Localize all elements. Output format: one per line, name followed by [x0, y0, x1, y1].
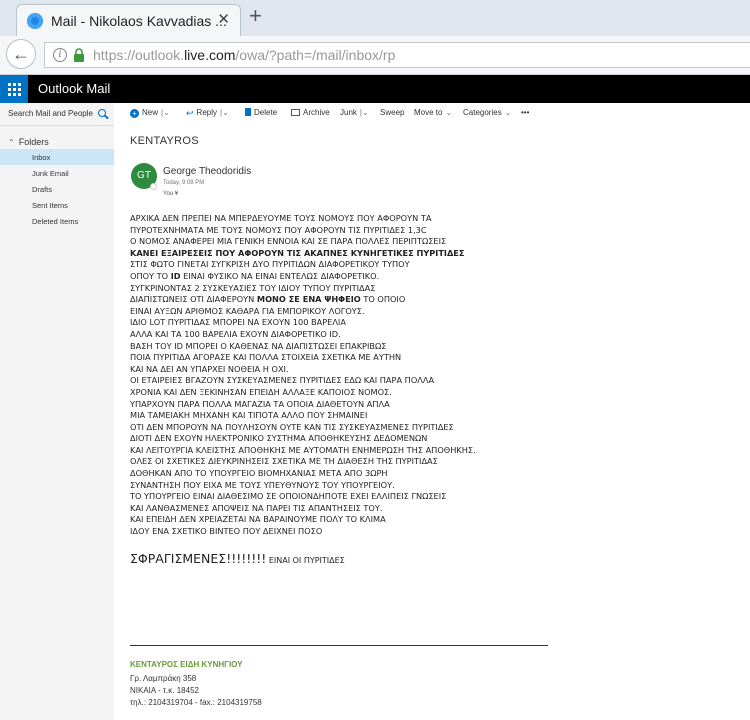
- browser-nav-bar: ← i https://outlook.live.com/owa/?path=/…: [0, 36, 750, 75]
- folder-inbox[interactable]: Inbox: [0, 149, 114, 165]
- body-line: Ο ΝΟΜΟΣ ΑΝΑΦΕΡΕΙ ΜΙΑ ΓΕΝΙΚΗ ΕΝΝΟΙΑ ΚΑΙ Σ…: [130, 236, 447, 247]
- body-line: ΔΙΑΠΙΣΤΩΝΕΙΣ ΟΤΙ ΔΙΑΦΕΡΟΥΝ ΜΟΝΟ ΣΕ ΕΝΑ Ψ…: [130, 294, 406, 305]
- body-line: ΟΙ ΕΤΑΙΡΕΙΕΣ ΒΓΑΖΟΥΝ ΣΥΣΚΕΥΑΣΜΕΝΕΣ ΠΥΡΙΤ…: [130, 375, 435, 386]
- body-line: ΒΑΣΗ ΤΟΥ ID ΜΠΟΡΕΙ Ο ΚΑΘΕΝΑΣ ΝΑ ΔΙΑΠΙΣΤΩ…: [130, 340, 387, 351]
- new-button[interactable]: + New |⌄: [130, 108, 170, 118]
- body-line: ΚΑΙ ΕΠΕΙΔΗ ΔΕΝ ΧΡΕΙΑΖΕΤΑΙ ΝΑ ΒΑΡΑΙΝΟΥΜΕ …: [130, 514, 386, 525]
- body-line: ΧΡΟΝΙΑ ΚΑΙ ΔΕΝ ΞΕΚΙΝΗΣΑΝ ΕΠΕΙΔΗ ΑΛΛΑΞΕ Κ…: [130, 386, 392, 397]
- presence-status-icon: [150, 183, 157, 190]
- closing-small-text: ΕΙΝΑΙ ΟΙ ΠΥΡΙΤΙΔΕΣ: [266, 556, 345, 565]
- plus-icon: +: [130, 109, 139, 118]
- sender-name[interactable]: George Theodoridis: [163, 166, 251, 177]
- body-line: ΠΟΙΑ ΠΥΡΙΤΙΔΑ ΑΓΟΡΑΣΕ ΚΑΙ ΠΟΛΛΑ ΣΤΟΙΧΕΙΑ…: [130, 352, 402, 363]
- body-line: ΚΑΝΕΙ ΕΞΑΙΡΕΣΕΙΣ ΠΟΥ ΑΦΟΡΟΥΝ ΤΙΣ ΑΚΑΠΝΕΣ…: [130, 247, 465, 258]
- more-actions-button[interactable]: •••: [521, 108, 529, 117]
- body-line: ΙΔΙΟ LOT ΠΥΡΙΤΙΔΑΣ ΜΠΟΡΕΙ ΝΑ ΕΧΟΥΝ 100 Β…: [130, 317, 346, 328]
- browser-tab[interactable]: Mail - Nikolaos Kavvadias ... ✕: [16, 4, 241, 36]
- reply-button[interactable]: ↩ Reply |⌄: [186, 108, 229, 119]
- signature-divider: [130, 645, 548, 646]
- body-line: ΠΥΡΟΤΕΧΝΗΜΑΤΑ ΜΕ ΤΟΥΣ ΝΟΜΟΥΣ ΠΟΥ ΑΦΟΡΟΥΝ…: [130, 224, 427, 235]
- chevron-up-icon: ⌃: [8, 138, 15, 147]
- sent-timestamp: Today, 9:08 PM: [163, 180, 205, 186]
- folder-junk-email[interactable]: Junk Email: [0, 165, 114, 181]
- browser-tab-bar: Mail - Nikolaos Kavvadias ... ✕ +: [0, 0, 750, 36]
- junk-button[interactable]: Junk |⌄: [340, 108, 369, 117]
- body-line: ΔΙΟΤΙ ΔΕΝ ΕΧΟΥΝ ΗΛΕΚΤΡΟΝΙΚΟ ΣΥΣΤΗΜΑ ΑΠΟΘ…: [130, 433, 428, 444]
- signature-phone: τηλ.: 2104319704 - fax.: 2104319758: [130, 698, 262, 707]
- app-launcher-icon[interactable]: [0, 75, 28, 103]
- move-to-button[interactable]: Move to ⌄: [414, 108, 452, 117]
- body-line: ΚΑΙ ΛΕΙΤΟΥΡΓΙΑ ΚΛΕΙΣΤΗΣ ΑΠΟΘΗΚΗΣ ΜΕ ΑΥΤΟ…: [130, 444, 476, 455]
- lock-icon: [74, 48, 84, 62]
- url-text: https://outlook.live.com/owa/?path=/mail…: [93, 47, 396, 63]
- body-line: ΚΑΙ ΝΑ ΔΕΙ ΑΝ ΥΠΑΡΧΕΙ ΝΟΘΕΙΑ Η ΟΧΙ.: [130, 363, 289, 374]
- body-line: ΜΙΑ ΤΑΜΕΙΑΚΗ ΜΗΧΑΝΗ ΚΑΙ ΤΙΠΟΤΑ ΑΛΛΟ ΠΟΥ …: [130, 410, 368, 421]
- message-toolbar: + New |⌄ ↩ Reply |⌄ Delete Archive Junk |⌄ Sw…: [114, 103, 750, 123]
- signature-address: Γρ. Λαμπράκη 358: [130, 674, 197, 683]
- outlook-favicon-icon: [27, 13, 43, 29]
- body-line: ΤΟ ΥΠΟΥΡΓΕΙΟ ΕΙΝΑΙ ΔΙΑΘΕΣΙΜΟ ΣΕ ΟΠΟΙΟΝΔΗ…: [130, 491, 447, 502]
- search-icon[interactable]: [98, 109, 106, 117]
- folders-header[interactable]: ⌃ Folders: [8, 137, 49, 147]
- delete-button[interactable]: Delete: [245, 108, 277, 117]
- new-tab-icon[interactable]: +: [249, 3, 262, 29]
- closing-big-text: ΣΦΡΑΓΙΣΜΕΝΕΣ!!!!!!!!: [130, 551, 267, 566]
- signature-city: ΝΙΚΑΙΑ - τ.κ. 18452: [130, 686, 199, 695]
- folder-sent-items[interactable]: Sent Items: [0, 197, 114, 213]
- folder-drafts[interactable]: Drafts: [0, 181, 114, 197]
- body-line: ΥΠΑΡΧΟΥΝ ΠΑΡΑ ΠΟΛΛΑ ΜΑΓΑΖΙΑ ΤΑ ΟΠΟΙΑ ΔΙΑ…: [130, 398, 390, 409]
- app-title: Outlook Mail: [38, 81, 111, 96]
- body-line: ΟΛΕΣ ΟΙ ΣΧΕΤΙΚΕΣ ΔΙΕΥΚΡΙΝΗΣΕΙΣ ΣΧΕΤΙΚΑ Μ…: [130, 456, 438, 467]
- search-box[interactable]: Search Mail and People: [0, 103, 114, 126]
- body-line: ΔΟΘΗΚΑΝ ΑΠΟ ΤΟ ΥΠΟΥΡΓΕΙΟ ΒΙΟΜΗΧΑΝΙΑΣ ΜΕΤ…: [130, 468, 388, 479]
- search-input[interactable]: Search Mail and People: [8, 109, 93, 118]
- body-line: ΟΤΙ ΔΕΝ ΜΠΟΡΟΥΝ ΝΑ ΠΟΥΛΗΣΟΥΝ ΟΥΤΕ ΚΑΝ ΤΙ…: [130, 421, 454, 432]
- archive-button[interactable]: Archive: [291, 108, 330, 117]
- message-subject: KENTAYROS: [130, 135, 199, 147]
- sweep-button[interactable]: Sweep: [380, 108, 404, 117]
- recipient[interactable]: You ¥: [163, 191, 178, 197]
- body-line: ΟΠΟΥ ΤΟ ID ΕΙΝΑΙ ΦΥΣΙΚΟ ΝΑ ΕΙΝΑΙ ΕΝΤΕΛΩΣ…: [130, 270, 380, 281]
- body-line: ΣΥΓΚΡΙΝΟΝΤΑΣ 2 ΣΥΣΚΕΥΑΣΙΕΣ ΤΟΥ ΙΔΙΟΥ ΤΥΠ…: [130, 282, 376, 293]
- back-arrow-icon[interactable]: ←: [6, 39, 36, 69]
- folder-deleted-items[interactable]: Deleted Items: [0, 213, 114, 229]
- trash-icon: [245, 108, 251, 116]
- body-line: ΣΥΝΑΝΤΗΣΗ ΠΟΥ ΕΙΧΑ ΜΕ ΤΟΥΣ ΥΠΕΥΘΥΝΟΥΣ ΤΟ…: [130, 479, 395, 490]
- reply-icon: ↩: [186, 108, 194, 118]
- tab-title: Mail - Nikolaos Kavvadias ...: [51, 13, 227, 29]
- body-line: ΑΛΛΑ ΚΑΙ ΤΑ 100 ΒΑΡΕΛΙΑ ΕΧΟΥΝ ΔΙΑΦΟΡΕΤΙΚ…: [130, 328, 341, 339]
- body-line: ΑΡΧΙΚΑ ΔΕΝ ΠΡΕΠΕΙ ΝΑ ΜΠΕΡΔΕΥΟΥΜΕ ΤΟΥΣ ΝΟ…: [130, 213, 432, 223]
- body-line: ΙΔΟΥ ΕΝΑ ΣΧΕΤΙΚΟ ΒΙΝΤΕΟ ΠΟΥ ΔΕΙΧΝΕΙ ΠΟΣΟ: [130, 526, 323, 537]
- close-tab-icon[interactable]: ✕: [217, 10, 230, 28]
- body-line: ΕΙΝΑΙ ΑΥΞΩΝ ΑΡΙΘΜΟΣ ΚΑΘΑΡΑ ΓΙΑ ΕΜΠΟΡΙΚΟΥ…: [130, 305, 365, 316]
- app-header: Outlook Mail: [0, 75, 750, 103]
- signature-company: ΚΕΝΤΑΥΡΟΣ ΕΙΔΗ ΚΥΝΗΓΙΟΥ: [130, 660, 243, 669]
- info-icon[interactable]: i: [53, 48, 67, 62]
- body-line: ΣΤΙΣ ΦΩΤΟ ΓΙΝΕΤΑΙ ΣΥΓΚΡΙΣΗ ΔΥΟ ΠΥΡΙΤΙΔΩΝ…: [130, 259, 410, 270]
- address-bar[interactable]: i https://outlook.live.com/owa/?path=/ma…: [44, 42, 750, 68]
- body-line: ΚΑΙ ΛΑΝΘΑΣΜΕΝΕΣ ΑΠΟΨΕΙΣ ΝΑ ΠΑΡΕΙ ΤΙΣ ΑΠΑ…: [130, 502, 383, 513]
- archive-icon: [291, 109, 300, 116]
- closing-line: ΣΦΡΑΓΙΣΜΕΝΕΣ!!!!!!!! ΕΙΝΑΙ ΟΙ ΠΥΡΙΤΙΔΕΣ: [130, 551, 345, 566]
- folder-pane: Search Mail and People ⌃ Folders Inbox Ju…: [0, 103, 114, 720]
- categories-button[interactable]: Categories ⌄: [463, 108, 511, 117]
- message-body: ΑΡΧΙΚΑ ΔΕΝ ΠΡΕΠΕΙ ΝΑ ΜΠΕΡΔΕΥΟΥΜΕ ΤΟΥΣ ΝΟ…: [130, 213, 570, 538]
